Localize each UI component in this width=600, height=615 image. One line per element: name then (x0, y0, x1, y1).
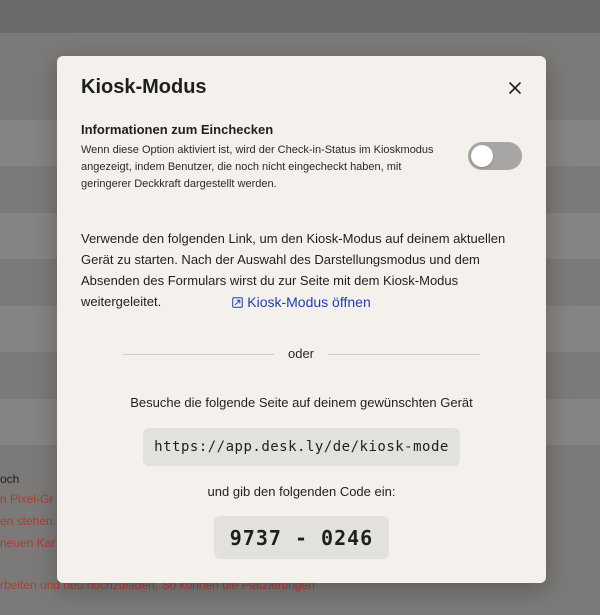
open-kiosk-mode-link[interactable]: Kiosk-Modus öffnen (57, 294, 546, 310)
divider (123, 354, 274, 355)
background-text: en stehen. (0, 514, 57, 528)
code-instruction: und gib den folgenden Code ein: (207, 484, 396, 499)
divider (328, 354, 480, 355)
divider-label: oder (287, 346, 315, 361)
kiosk-code-box: 9737 - 0246 (214, 516, 389, 559)
dialog-title: Kiosk-Modus (81, 76, 207, 98)
kiosk-mode-dialog: Kiosk-Modus Informationen zum Einchecken… (57, 56, 546, 583)
background-header (0, 0, 600, 33)
checkin-info-toggle[interactable] (468, 142, 522, 170)
background-text: n Pixel-Gr (0, 492, 54, 506)
toggle-knob (471, 145, 493, 167)
checkin-info-title: Informationen zum Einchecken (81, 122, 274, 137)
background-text: och (0, 472, 20, 486)
visit-page-instruction: Besuche die folgende Seite auf deinem ge… (130, 395, 473, 410)
close-icon (509, 82, 521, 94)
open-kiosk-mode-label: Kiosk-Modus öffnen (247, 294, 371, 310)
external-link-icon (232, 297, 243, 308)
background-text: neuen Kar (0, 536, 56, 550)
checkin-info-description: Wenn diese Option aktiviert ist, wird de… (81, 144, 434, 190)
kiosk-url-box: https://app.desk.ly/de/kiosk-mode (143, 428, 460, 466)
close-button[interactable] (505, 78, 525, 98)
